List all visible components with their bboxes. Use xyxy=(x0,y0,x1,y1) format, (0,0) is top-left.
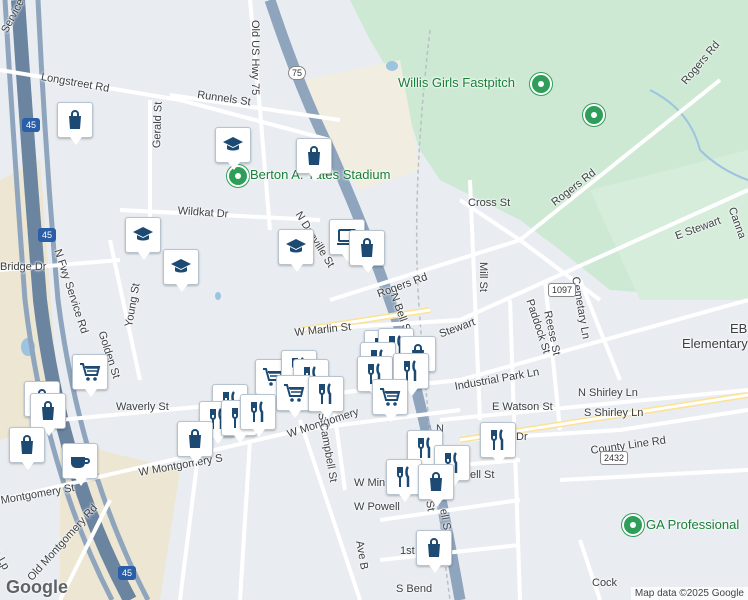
street-label-s-shirley-ln: S Shirley Ln xyxy=(584,407,644,419)
park-pin-icon[interactable] xyxy=(530,73,552,95)
place-willis-girls-fastpitch[interactable]: Willis Girls Fastpitch xyxy=(398,76,515,89)
grocery-marker-icon[interactable] xyxy=(276,375,312,418)
street-label-1st: 1st xyxy=(400,545,415,557)
i45-shield: 45 xyxy=(38,228,57,242)
restaurant-marker-icon[interactable] xyxy=(240,394,276,437)
i45-shield: 45 xyxy=(118,566,137,580)
map-attribution[interactable]: Map data ©2025 Google xyxy=(630,587,748,600)
restaurant-marker-icon[interactable] xyxy=(480,422,516,465)
hwy-75-shield: 75 xyxy=(288,66,307,80)
shopping-marker-icon[interactable] xyxy=(9,427,45,470)
restaurant-marker-icon[interactable] xyxy=(386,459,422,502)
street-label-ell-st: ell St xyxy=(470,469,495,481)
cafe-marker-icon[interactable] xyxy=(62,443,98,486)
i45-shield: 45 xyxy=(22,118,41,132)
street-label-cross-st: Cross St xyxy=(468,197,511,209)
street-label-w-powell: W Powell xyxy=(354,501,400,513)
street-label-n-shirley-ln: N Shirley Ln xyxy=(578,387,638,399)
school-marker-icon[interactable] xyxy=(278,229,314,272)
grocery-marker-icon[interactable] xyxy=(72,354,108,397)
shopping-marker-icon[interactable] xyxy=(296,138,332,181)
shopping-marker-icon[interactable] xyxy=(416,530,452,573)
place-ga-professional[interactable]: GA Professional xyxy=(646,518,739,531)
street-label-mill-st: Mill St xyxy=(477,262,489,292)
grocery-marker-icon[interactable] xyxy=(372,379,408,422)
restaurant-marker-icon[interactable] xyxy=(308,376,344,419)
school-marker-icon[interactable] xyxy=(215,127,251,170)
street-label-s-bend: S Bend xyxy=(396,583,433,595)
school-marker-icon[interactable] xyxy=(125,217,161,260)
shopping-marker-icon[interactable] xyxy=(30,393,66,436)
place-eb-elementary[interactable]: EB xyxy=(730,322,747,335)
map-canvas[interactable]: Service Rd N Fwy Service Rd Longstreet R… xyxy=(0,0,748,600)
place-eb-elementary-2[interactable]: Elementary xyxy=(682,337,748,350)
street-label-old-us-hwy-75: Old US Hwy 75 xyxy=(249,20,261,96)
fm-2432-shield: 2432 xyxy=(600,451,629,465)
street-label-w-min: W Min xyxy=(354,477,386,489)
shopping-marker-icon[interactable] xyxy=(177,421,213,464)
google-logo: Google xyxy=(6,577,68,597)
business-pin-icon[interactable] xyxy=(622,514,644,536)
street-label-waverly-st: Waverly St xyxy=(116,401,169,413)
shopping-marker-icon[interactable] xyxy=(57,102,93,145)
fm-1097-shield: 1097 xyxy=(548,283,577,297)
shopping-marker-icon[interactable] xyxy=(418,464,454,507)
street-label-cock-partial: Cock xyxy=(592,577,618,589)
school-marker-icon[interactable] xyxy=(163,249,199,292)
street-label-e-watson-st: E Watson St xyxy=(492,401,553,413)
street-label-dr-partial: Dr xyxy=(516,431,528,443)
park-pin-icon[interactable] xyxy=(583,104,605,126)
street-label-gerald-st: Gerald St xyxy=(151,101,165,149)
shopping-marker-icon[interactable] xyxy=(349,230,385,273)
street-label-bridge-dr: Bridge Dr xyxy=(0,261,47,273)
